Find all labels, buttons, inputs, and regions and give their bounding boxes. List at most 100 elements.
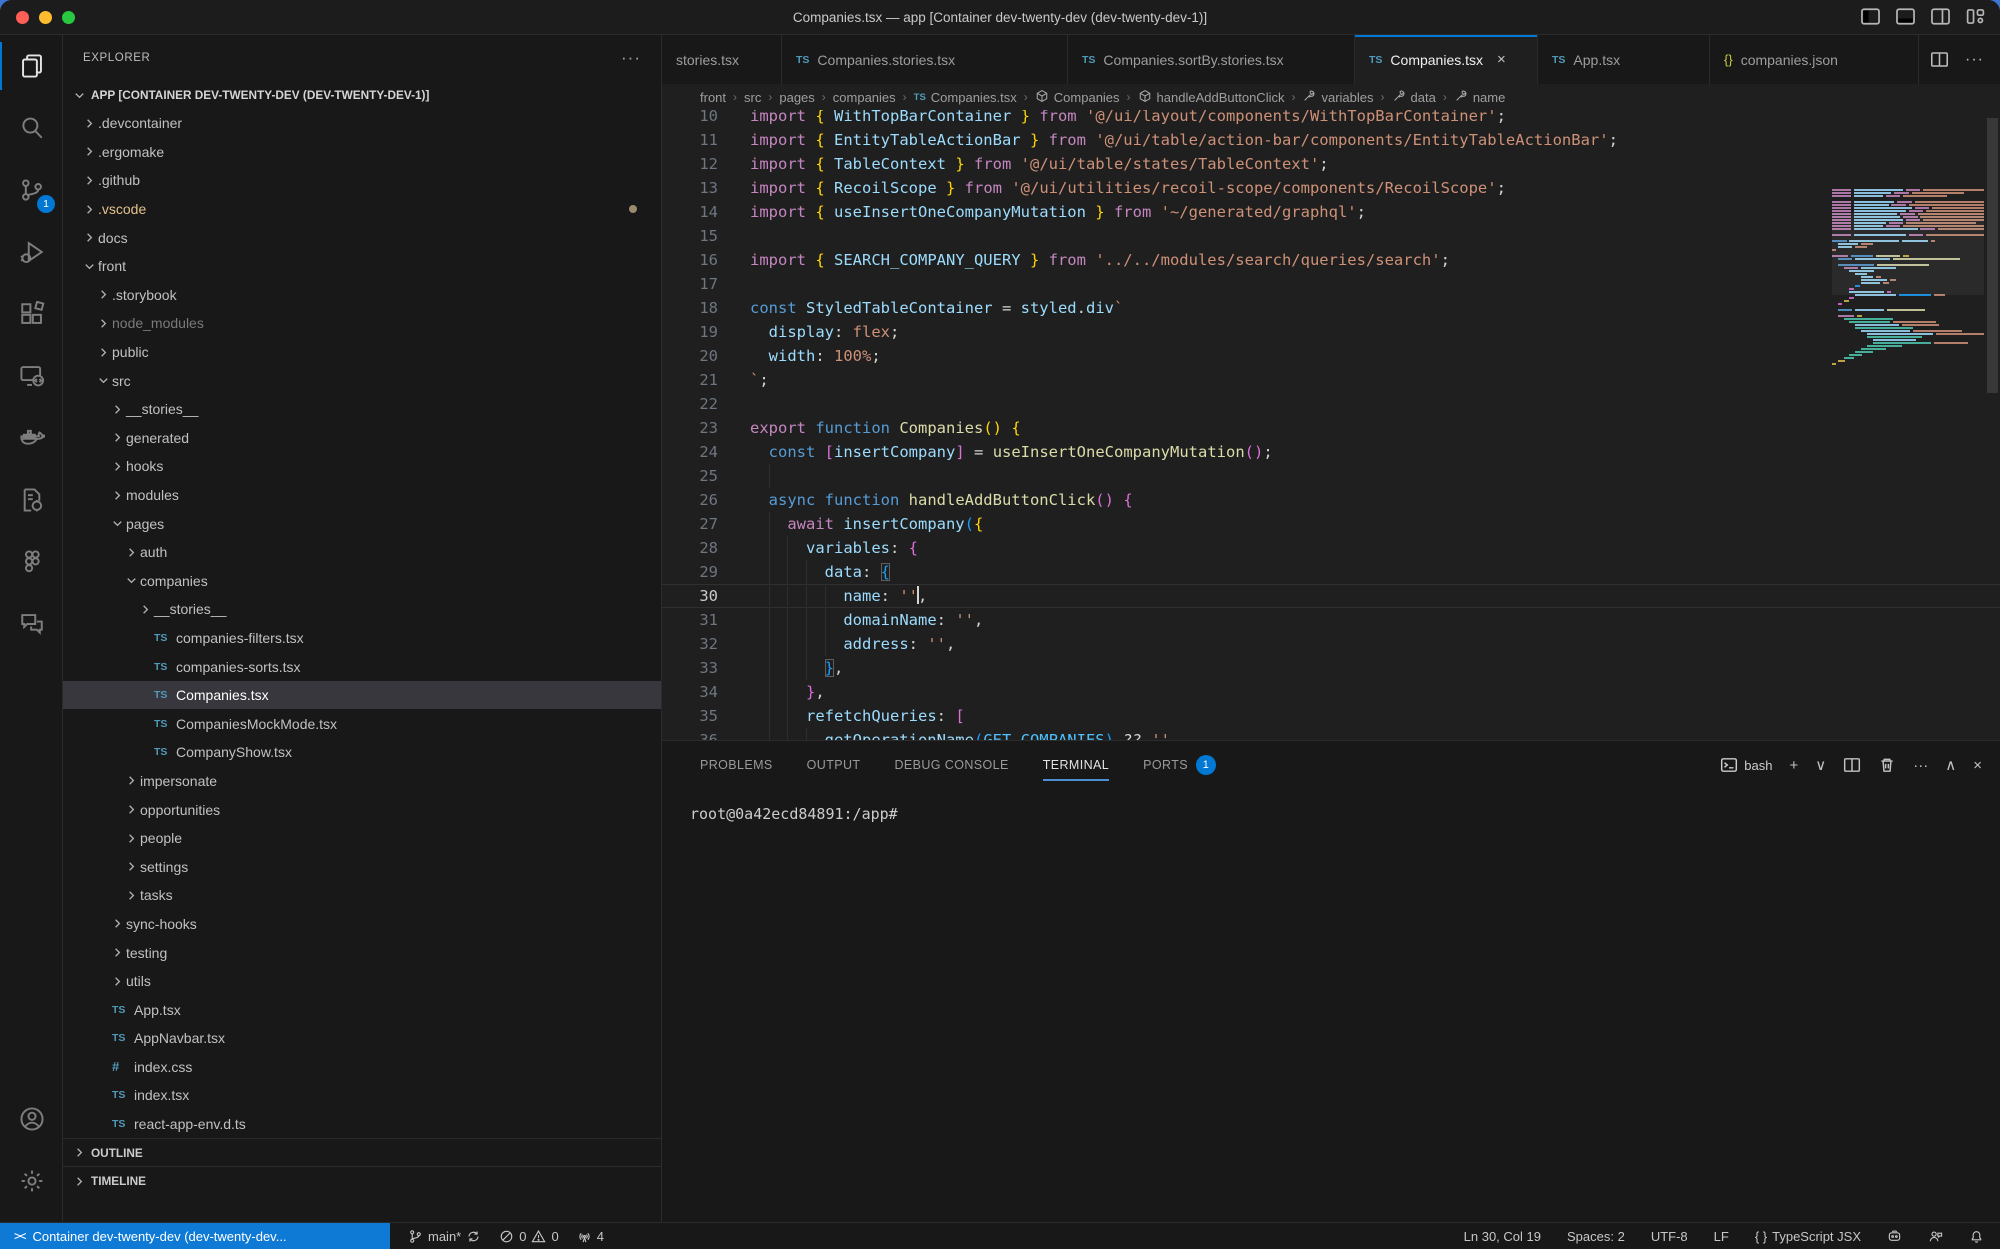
panel-tab-problems[interactable]: PROBLEMS bbox=[700, 741, 773, 789]
code-line-35[interactable]: 35 refetchQueries: [ bbox=[662, 704, 2000, 728]
tree-folder-sync-hooks[interactable]: sync-hooks bbox=[63, 910, 661, 939]
remote-indicator[interactable]: >< Container dev-twenty-dev (dev-twenty-… bbox=[0, 1223, 390, 1249]
tree-folder-.storybook[interactable]: .storybook bbox=[63, 281, 661, 310]
tree-folder-auth[interactable]: auth bbox=[63, 538, 661, 567]
breadcrumb-item-companies[interactable]: companies bbox=[833, 90, 896, 105]
tree-folder-opportunities[interactable]: opportunities bbox=[63, 795, 661, 824]
tree-folder-impersonate[interactable]: impersonate bbox=[63, 767, 661, 796]
tree-folder-.github[interactable]: .github bbox=[63, 166, 661, 195]
cursor-position[interactable]: Ln 30, Col 19 bbox=[1464, 1229, 1541, 1244]
tree-folder-src[interactable]: src bbox=[63, 366, 661, 395]
breadcrumb-item-pages[interactable]: pages bbox=[779, 90, 814, 105]
tree-folder-.devcontainer[interactable]: .devcontainer bbox=[63, 109, 661, 138]
comments-icon[interactable] bbox=[0, 593, 63, 655]
explorer-icon[interactable] bbox=[0, 35, 63, 97]
tab-App.tsx[interactable]: TSApp.tsx bbox=[1538, 35, 1710, 84]
new-terminal-icon[interactable]: + bbox=[1790, 757, 1799, 774]
tab-companies.json[interactable]: {}companies.json bbox=[1710, 35, 1919, 84]
explorer-more-actions-icon[interactable]: ··· bbox=[621, 48, 641, 68]
tree-file-CompaniesMockMode.tsx[interactable]: TSCompaniesMockMode.tsx bbox=[63, 709, 661, 738]
language-mode[interactable]: { }TypeScript JSX bbox=[1755, 1229, 1861, 1244]
tree-folder-tasks[interactable]: tasks bbox=[63, 881, 661, 910]
editor-scrollbar[interactable] bbox=[1985, 110, 2000, 740]
tree-file-companies-sorts.tsx[interactable]: TScompanies-sorts.tsx bbox=[63, 652, 661, 681]
extensions-icon[interactable] bbox=[0, 283, 63, 345]
tree-folder-generated[interactable]: generated bbox=[63, 424, 661, 453]
tree-file-App.tsx[interactable]: TSApp.tsx bbox=[63, 995, 661, 1024]
code-line-16[interactable]: 16import { SEARCH_COMPANY_QUERY } from '… bbox=[662, 248, 2000, 272]
problems-status[interactable]: 0 0 bbox=[499, 1229, 558, 1244]
tree-file-react-app-env.d.ts[interactable]: TSreact-app-env.d.ts bbox=[63, 1110, 661, 1139]
tree-folder-utils[interactable]: utils bbox=[63, 967, 661, 996]
tree-folder-people[interactable]: people bbox=[63, 824, 661, 853]
code-line-25[interactable]: 25 bbox=[662, 464, 2000, 488]
code-line-11[interactable]: 11import { EntityTableActionBar } from '… bbox=[662, 128, 2000, 152]
maximize-panel-icon[interactable]: ∧ bbox=[1945, 756, 1956, 774]
minimize-window-button[interactable] bbox=[39, 11, 52, 24]
code-line-24[interactable]: 24 const [insertCompany] = useInsertOneC… bbox=[662, 440, 2000, 464]
breadcrumb-item-Companies[interactable]: Companies bbox=[1035, 89, 1120, 106]
code-line-29[interactable]: 29 data: { bbox=[662, 560, 2000, 584]
breadcrumb-item-src[interactable]: src bbox=[744, 90, 761, 105]
run-debug-icon[interactable] bbox=[0, 221, 63, 283]
terminal-dropdown-chevron-icon[interactable]: ∨ bbox=[1815, 756, 1826, 774]
tree-file-AppNavbar.tsx[interactable]: TSAppNavbar.tsx bbox=[63, 1024, 661, 1053]
shell-selector[interactable]: bash bbox=[1720, 756, 1772, 774]
code-line-20[interactable]: 20 width: 100%; bbox=[662, 344, 2000, 368]
tree-folder-testing[interactable]: testing bbox=[63, 938, 661, 967]
tab-stories.tsx[interactable]: stories.tsx bbox=[662, 35, 782, 84]
code-line-34[interactable]: 34 }, bbox=[662, 680, 2000, 704]
breadcrumb-item-Companies.tsx[interactable]: TSCompanies.tsx bbox=[914, 90, 1017, 105]
feedback-icon[interactable] bbox=[1928, 1229, 1943, 1244]
search-icon[interactable] bbox=[0, 97, 63, 159]
tree-file-Companies.tsx[interactable]: TSCompanies.tsx bbox=[63, 681, 661, 710]
code-line-33[interactable]: 33 }, bbox=[662, 656, 2000, 680]
docker-icon[interactable] bbox=[0, 407, 63, 469]
tree-folder-docs[interactable]: docs bbox=[63, 223, 661, 252]
tree-file-index.tsx[interactable]: TSindex.tsx bbox=[63, 1081, 661, 1110]
code-line-19[interactable]: 19 display: flex; bbox=[662, 320, 2000, 344]
tree-folder-front[interactable]: front bbox=[63, 252, 661, 281]
code-line-13[interactable]: 13import { RecoilScope } from '@/ui/util… bbox=[662, 176, 2000, 200]
tree-folder-.vscode[interactable]: .vscode bbox=[63, 195, 661, 224]
kill-terminal-trash-icon[interactable] bbox=[1878, 756, 1896, 774]
tab-Companies.tsx[interactable]: TSCompanies.tsx× bbox=[1355, 35, 1538, 84]
toggle-secondary-sidebar-icon[interactable] bbox=[1930, 6, 1951, 27]
code-line-22[interactable]: 22 bbox=[662, 392, 2000, 416]
encoding-setting[interactable]: UTF-8 bbox=[1651, 1229, 1688, 1244]
tree-folder-__stories__[interactable]: __stories__ bbox=[63, 395, 661, 424]
code-line-14[interactable]: 14import { useInsertOneCompanyMutation }… bbox=[662, 200, 2000, 224]
timeline-section[interactable]: TIMELINE bbox=[63, 1167, 661, 1195]
panel-more-actions-icon[interactable]: ··· bbox=[1913, 757, 1928, 774]
source-control-icon[interactable]: 1 bbox=[0, 159, 63, 221]
breadcrumb-item-data[interactable]: data bbox=[1392, 89, 1436, 106]
breadcrumb-item-handleAddButtonClick[interactable]: handleAddButtonClick bbox=[1138, 89, 1285, 106]
terminal[interactable]: root@0a42ecd84891:/app# bbox=[662, 789, 898, 823]
tab-Companies.stories.tsx[interactable]: TSCompanies.stories.tsx bbox=[782, 35, 1068, 84]
code-line-12[interactable]: 12import { TableContext } from '@/ui/tab… bbox=[662, 152, 2000, 176]
code-editor[interactable]: 10import { WithTopBarContainer } from '@… bbox=[662, 110, 2000, 740]
eol-setting[interactable]: LF bbox=[1714, 1229, 1729, 1244]
tab-Companies.sortBy.stories.tsx[interactable]: TSCompanies.sortBy.stories.tsx bbox=[1068, 35, 1355, 84]
breadcrumb-item-name[interactable]: name bbox=[1454, 89, 1506, 106]
indentation-setting[interactable]: Spaces: 2 bbox=[1567, 1229, 1625, 1244]
tree-folder-modules[interactable]: modules bbox=[63, 481, 661, 510]
toggle-panel-icon[interactable] bbox=[1895, 6, 1916, 27]
tree-folder-__stories__[interactable]: __stories__ bbox=[63, 595, 661, 624]
panel-tab-ports[interactable]: PORTS1 bbox=[1143, 741, 1216, 789]
breadcrumb-item-variables[interactable]: variables bbox=[1302, 89, 1373, 106]
code-line-10[interactable]: 10import { WithTopBarContainer } from '@… bbox=[662, 110, 2000, 128]
tree-folder-settings[interactable]: settings bbox=[63, 852, 661, 881]
tree-folder-hooks[interactable]: hooks bbox=[63, 452, 661, 481]
code-line-18[interactable]: 18const StyledTableContainer = styled.di… bbox=[662, 296, 2000, 320]
code-line-26[interactable]: 26 async function handleAddButtonClick()… bbox=[662, 488, 2000, 512]
workspace-section-header[interactable]: APP [CONTAINER DEV-TWENTY-DEV (DEV-TWENT… bbox=[63, 81, 661, 109]
panel-tab-terminal[interactable]: TERMINAL bbox=[1043, 741, 1109, 789]
zoom-window-button[interactable] bbox=[62, 11, 75, 24]
code-line-32[interactable]: 32 address: '', bbox=[662, 632, 2000, 656]
code-line-23[interactable]: 23export function Companies() { bbox=[662, 416, 2000, 440]
code-line-21[interactable]: 21`; bbox=[662, 368, 2000, 392]
editor-more-actions-icon[interactable]: ··· bbox=[1965, 51, 1984, 69]
close-window-button[interactable] bbox=[16, 11, 29, 24]
close-panel-icon[interactable]: × bbox=[1973, 757, 1982, 774]
